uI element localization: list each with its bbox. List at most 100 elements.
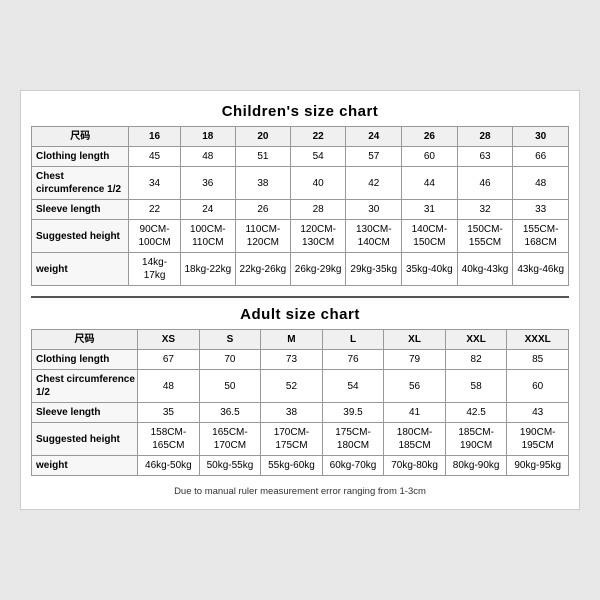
cell-value: 60 — [507, 370, 569, 403]
row-label: weight — [32, 253, 129, 286]
cell-value: 56 — [384, 370, 446, 403]
table-row: Chest circumference 1/23436384042444648 — [32, 167, 569, 200]
column-header: S — [199, 330, 261, 350]
cell-value: 175CM-180CM — [322, 423, 384, 456]
row-label: Clothing length — [32, 350, 138, 370]
cell-value: 63 — [457, 147, 513, 167]
column-header: M — [261, 330, 323, 350]
cell-value: 35 — [138, 403, 200, 423]
cell-value: 57 — [346, 147, 402, 167]
column-header: XS — [138, 330, 200, 350]
cell-value: 26kg-29kg — [290, 253, 346, 286]
cell-value: 48 — [138, 370, 200, 403]
cell-value: 39.5 — [322, 403, 384, 423]
cell-value: 38 — [235, 167, 290, 200]
cell-value: 185CM-190CM — [445, 423, 507, 456]
row-label: Chest circumference 1/2 — [32, 370, 138, 403]
column-header: XXXL — [507, 330, 569, 350]
row-label: Chest circumference 1/2 — [32, 167, 129, 200]
cell-value: 41 — [384, 403, 446, 423]
cell-value: 82 — [445, 350, 507, 370]
children-chart-title: Children's size chart — [31, 103, 569, 120]
row-label: Sleeve length — [32, 403, 138, 423]
column-header: 18 — [180, 127, 235, 147]
cell-value: 150CM-155CM — [457, 220, 513, 253]
table-row: Clothing length4548515457606366 — [32, 147, 569, 167]
cell-value: 120CM-130CM — [290, 220, 346, 253]
cell-value: 70kg-80kg — [384, 456, 446, 476]
cell-value: 46kg-50kg — [138, 456, 200, 476]
cell-value: 60kg-70kg — [322, 456, 384, 476]
cell-value: 18kg-22kg — [180, 253, 235, 286]
column-header: 尺码 — [32, 127, 129, 147]
column-header: 16 — [129, 127, 180, 147]
table-row: Sleeve length3536.53839.54142.543 — [32, 403, 569, 423]
column-header: 24 — [346, 127, 402, 147]
cell-value: 67 — [138, 350, 200, 370]
cell-value: 73 — [261, 350, 323, 370]
column-header: XL — [384, 330, 446, 350]
row-label: Suggested height — [32, 220, 129, 253]
cell-value: 22 — [129, 200, 180, 220]
column-header: 26 — [402, 127, 458, 147]
measurement-note: Due to manual ruler measurement error ra… — [31, 486, 569, 497]
section-divider — [31, 296, 569, 298]
table-row: weight46kg-50kg50kg-55kg55kg-60kg60kg-70… — [32, 456, 569, 476]
column-header: 20 — [235, 127, 290, 147]
cell-value: 22kg-26kg — [235, 253, 290, 286]
adult-size-table: 尺码XSSMLXLXXLXXXL Clothing length67707376… — [31, 329, 569, 476]
cell-value: 36.5 — [199, 403, 261, 423]
table-row: weight14kg-17kg18kg-22kg22kg-26kg26kg-29… — [32, 253, 569, 286]
cell-value: 55kg-60kg — [261, 456, 323, 476]
cell-value: 29kg-35kg — [346, 253, 402, 286]
cell-value: 24 — [180, 200, 235, 220]
cell-value: 48 — [513, 167, 569, 200]
table-row: Suggested height158CM-165CM165CM-170CM17… — [32, 423, 569, 456]
cell-value: 170CM-175CM — [261, 423, 323, 456]
cell-value: 54 — [290, 147, 346, 167]
cell-value: 43kg-46kg — [513, 253, 569, 286]
cell-value: 34 — [129, 167, 180, 200]
column-header: 28 — [457, 127, 513, 147]
cell-value: 40kg-43kg — [457, 253, 513, 286]
column-header: XXL — [445, 330, 507, 350]
cell-value: 60 — [402, 147, 458, 167]
cell-value: 14kg-17kg — [129, 253, 180, 286]
cell-value: 76 — [322, 350, 384, 370]
cell-value: 36 — [180, 167, 235, 200]
cell-value: 130CM-140CM — [346, 220, 402, 253]
table-row: Sleeve length2224262830313233 — [32, 200, 569, 220]
cell-value: 46 — [457, 167, 513, 200]
column-header: 30 — [513, 127, 569, 147]
row-label: weight — [32, 456, 138, 476]
cell-value: 40 — [290, 167, 346, 200]
cell-value: 51 — [235, 147, 290, 167]
cell-value: 155CM-168CM — [513, 220, 569, 253]
cell-value: 33 — [513, 200, 569, 220]
cell-value: 190CM-195CM — [507, 423, 569, 456]
table-row: Suggested height90CM-100CM100CM-110CM110… — [32, 220, 569, 253]
cell-value: 66 — [513, 147, 569, 167]
row-label: Clothing length — [32, 147, 129, 167]
cell-value: 50 — [199, 370, 261, 403]
chart-container: Children's size chart 尺码1618202224262830… — [20, 90, 580, 510]
adult-chart-title: Adult size chart — [31, 306, 569, 323]
cell-value: 42.5 — [445, 403, 507, 423]
cell-value: 100CM-110CM — [180, 220, 235, 253]
children-size-table: 尺码1618202224262830 Clothing length454851… — [31, 126, 569, 286]
cell-value: 28 — [290, 200, 346, 220]
cell-value: 30 — [346, 200, 402, 220]
cell-value: 90CM-100CM — [129, 220, 180, 253]
cell-value: 70 — [199, 350, 261, 370]
column-header: L — [322, 330, 384, 350]
cell-value: 48 — [180, 147, 235, 167]
cell-value: 54 — [322, 370, 384, 403]
cell-value: 32 — [457, 200, 513, 220]
cell-value: 43 — [507, 403, 569, 423]
row-label: Sleeve length — [32, 200, 129, 220]
cell-value: 38 — [261, 403, 323, 423]
column-header: 尺码 — [32, 330, 138, 350]
cell-value: 35kg-40kg — [402, 253, 458, 286]
table-row: Chest circumference 1/248505254565860 — [32, 370, 569, 403]
row-label: Suggested height — [32, 423, 138, 456]
